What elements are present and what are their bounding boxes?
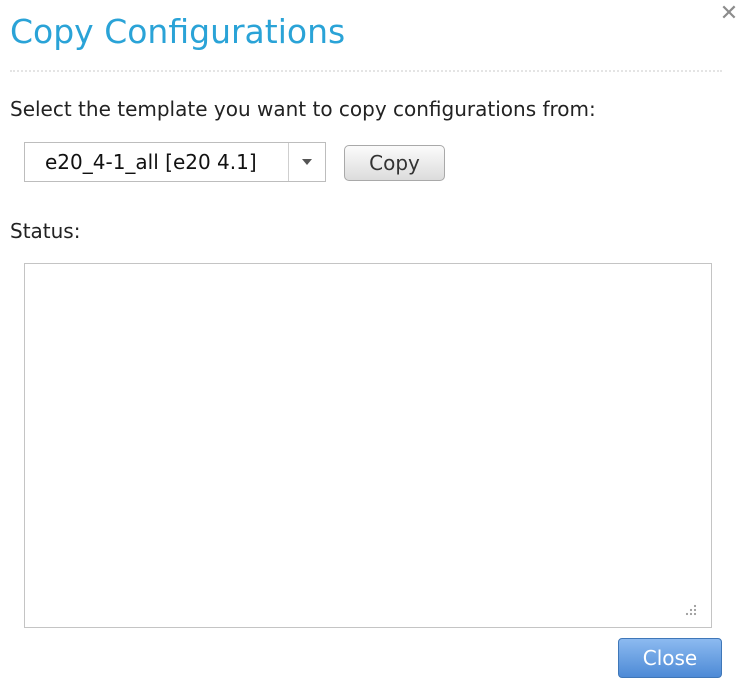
resize-grip-icon[interactable] <box>683 603 697 617</box>
template-select-value: e20_4-1_all [e20 4.1] <box>45 150 257 174</box>
close-button[interactable]: Close <box>618 638 722 678</box>
title-divider <box>10 70 722 72</box>
copy-configurations-dialog: Copy Configurations ✕ Select the templat… <box>0 0 740 678</box>
status-textarea[interactable] <box>24 263 712 628</box>
copy-button[interactable]: Copy <box>344 145 445 181</box>
chevron-down-icon[interactable] <box>288 143 325 181</box>
dialog-title: Copy Configurations <box>10 12 346 51</box>
status-label: Status: <box>10 219 81 243</box>
template-prompt-label: Select the template you want to copy con… <box>10 97 596 121</box>
close-icon[interactable]: ✕ <box>719 2 739 26</box>
template-select[interactable]: e20_4-1_all [e20 4.1] <box>24 142 326 182</box>
